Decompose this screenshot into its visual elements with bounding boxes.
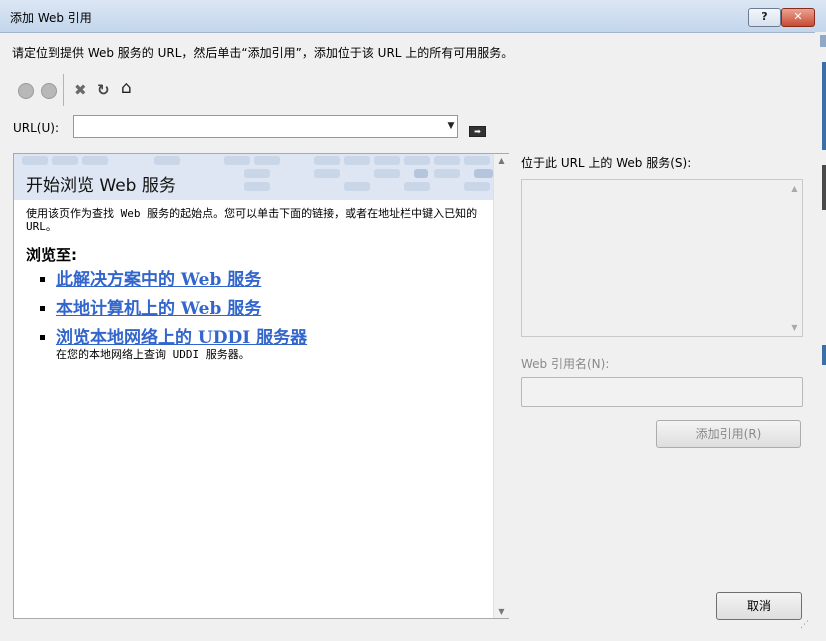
toolbar-separator: [63, 74, 64, 106]
help-button[interactable]: ?: [748, 8, 781, 27]
browser-scrollbar[interactable]: ▲ ▼: [493, 154, 509, 618]
add-reference-button[interactable]: 添加引用(R): [656, 420, 801, 448]
cancel-button[interactable]: 取消: [716, 592, 802, 620]
scroll-down-icon[interactable]: ▼: [494, 607, 509, 616]
close-button[interactable]: ✕: [781, 8, 815, 27]
intro-text: 使用该页作为查找 Web 服务的起始点。您可以单击下面的链接，或者在地址栏中键入…: [26, 207, 478, 233]
title-bar: [0, 0, 826, 33]
refresh-icon[interactable]: ↻: [97, 82, 110, 98]
back-icon[interactable]: [18, 83, 34, 99]
bullet: [40, 335, 45, 340]
scroll-up-icon[interactable]: ▲: [787, 184, 802, 193]
link-description: 在您的本地网络上查询 UDDI 服务器。: [56, 348, 250, 361]
url-input[interactable]: [73, 115, 458, 138]
forward-icon[interactable]: [41, 83, 57, 99]
resize-grip-icon[interactable]: ⋰: [800, 620, 814, 634]
home-icon[interactable]: ⌂: [121, 80, 132, 97]
stop-icon[interactable]: ✖: [74, 82, 87, 98]
instruction-text: 请定位到提供 Web 服务的 URL，然后单击“添加引用”，添加位于该 URL …: [12, 46, 514, 60]
background-window-edge: [822, 62, 826, 150]
url-label: URL(U):: [13, 121, 59, 135]
go-icon[interactable]: ➡: [469, 126, 486, 137]
scroll-down-icon[interactable]: ▼: [787, 323, 802, 332]
background-window-edge: [822, 345, 826, 365]
web-reference-label: Web 引用名(N):: [521, 357, 610, 371]
background-window-edge: [822, 165, 826, 210]
link-uddi-servers[interactable]: 浏览本地网络上的 UDDI 服务器: [56, 323, 307, 348]
browse-to-heading: 浏览至:: [26, 246, 77, 264]
services-label: 位于此 URL 上的 Web 服务(S):: [521, 156, 692, 170]
link-local-services[interactable]: 本地计算机上的 Web 服务: [56, 294, 261, 319]
link-solution-services[interactable]: 此解决方案中的 Web 服务: [56, 265, 261, 290]
background-window-edge: [820, 35, 826, 47]
scroll-up-icon[interactable]: ▲: [494, 156, 509, 165]
window-title: 添加 Web 引用: [10, 11, 92, 25]
url-dropdown-icon[interactable]: ▼: [444, 118, 458, 134]
web-reference-input[interactable]: [521, 377, 803, 407]
services-list[interactable]: ▲ ▼: [521, 179, 803, 337]
page-title: 开始浏览 Web 服务: [26, 176, 176, 196]
bullet: [40, 306, 45, 311]
bullet: [40, 277, 45, 282]
